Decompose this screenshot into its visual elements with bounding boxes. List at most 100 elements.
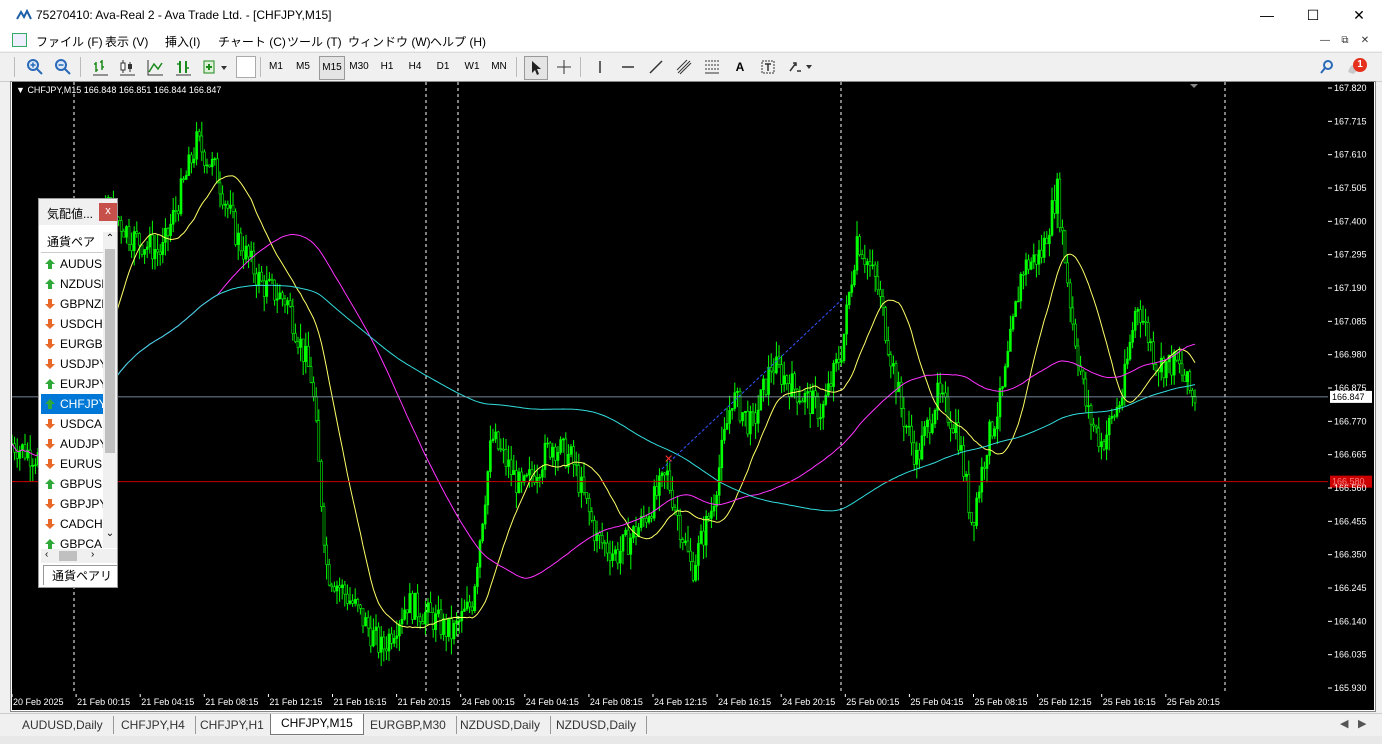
timeframe-m5[interactable]: M5 [292,56,314,78]
maximize-icon[interactable]: ☐ [1290,0,1336,31]
tabs-scroll-left-icon[interactable]: ◀ [1340,717,1348,730]
price-chart[interactable]: ✕166.847166.580 167.820167.715167.610167… [12,82,1374,710]
symbol-row-eurgbp[interactable]: EURGBP [41,334,103,354]
candle-body [520,471,523,483]
menu-tools[interactable]: ツール (T) [287,33,342,50]
timeframe-d1[interactable]: D1 [432,56,454,78]
close-icon[interactable]: ✕ [1336,0,1382,31]
timeframe-mn[interactable]: MN [487,56,511,78]
candle-body [548,442,552,458]
mdi-restore-icon[interactable]: ⧉ [1338,34,1352,48]
symbol-row-gbpusd[interactable]: GBPUSD [41,474,103,494]
timeframe-m1[interactable]: M1 [265,56,287,78]
arrows-menu-icon[interactable] [786,56,816,78]
symbols-tab[interactable]: 通貨ペアリスト [43,565,117,585]
symbol-row-nzdusd[interactable]: NZDUSD [41,274,103,294]
candle-body [962,445,965,477]
timeframe-m30[interactable]: M30 [346,56,372,78]
symbol-row-usdjpy[interactable]: USDJPY [41,354,103,374]
chart-tab-0[interactable]: AUDUSD,Daily [12,716,114,734]
chart-tab-5[interactable]: NZDUSD,Daily [450,716,552,734]
mdi-close-icon[interactable]: ✕ [1358,34,1372,48]
candlestick-icon[interactable] [116,56,138,78]
crosshair-icon[interactable] [553,56,575,78]
scroll-right-icon[interactable]: › [91,549,94,560]
zoom-out-icon[interactable] [52,56,74,78]
scroll-up-icon[interactable]: ⌃ [103,232,117,246]
market-watch-close-icon[interactable]: x [99,203,117,221]
candle-body [972,522,976,526]
scroll-down-icon[interactable]: ⌄ [103,528,117,539]
candle-body [697,543,700,566]
menu-chart[interactable]: チャート (C) [218,33,286,50]
candle-body [730,408,734,411]
market-watch-titlebar[interactable]: 気配値... x [39,199,117,225]
text-label-icon[interactable] [757,56,779,78]
menu-help[interactable]: ヘルプ (H) [430,33,486,50]
bar-chart-icon[interactable] [89,56,111,78]
arrow-down-icon [45,419,55,429]
symbol-row-eurjpy[interactable]: EURJPY [41,374,103,394]
menu-file[interactable]: ファイル (F) [36,33,103,50]
candle-body [684,540,687,543]
trendline-icon[interactable] [645,56,667,78]
candle-body [517,471,521,493]
zoom-in-icon[interactable] [24,56,46,78]
search-icon[interactable] [1316,56,1338,78]
cursor-icon[interactable] [524,56,548,80]
timeframe-m15[interactable]: M15 [319,56,345,80]
text-tool-icon[interactable]: A [729,56,751,78]
symbol-label: NZDUSD [60,277,103,291]
symbol-row-gbpnzd[interactable]: GBPNZD [41,294,103,314]
fibonacci-icon[interactable] [701,56,723,78]
hscroll-thumb[interactable] [59,551,77,561]
chart-collapse-icon[interactable]: ▼ [16,85,25,95]
symbol-column-header[interactable]: 通貨ペア [41,232,109,253]
minimize-icon[interactable]: — [1244,0,1290,31]
candle-body [491,438,495,441]
line-chart-icon[interactable] [144,56,166,78]
market-watch-hscrollbar[interactable]: ‹ › [41,549,117,563]
periods-box[interactable] [236,56,256,78]
menu-insert[interactable]: 挿入(I) [165,33,200,50]
symbol-row-usdchf[interactable]: USDCHF [41,314,103,334]
symbol-row-cadchf[interactable]: CADCHF [41,514,103,534]
chart-tab-2[interactable]: CHFJPY,H1 [190,716,275,734]
candle-body [429,602,432,613]
candle-body [119,220,123,232]
tabs-scroll-right-icon[interactable]: ▶ [1358,717,1366,730]
menu-window[interactable]: ウィンドウ (W) [348,33,431,50]
symbol-row-chfjpy[interactable]: CHFJPY [41,394,103,414]
candle-body [767,366,770,395]
horizontal-line-icon[interactable] [617,56,639,78]
chart-shift-icon[interactable] [200,56,230,78]
candle-body [34,464,37,467]
symbol-row-eurusd[interactable]: EURUSD [41,454,103,474]
arrow-down-icon [45,499,55,509]
candle-body [668,470,672,491]
symbol-row-gbpjpy[interactable]: GBPJPY [41,494,103,514]
symbol-row-audjpy[interactable]: AUDJPY [41,434,103,454]
candle-body [728,410,731,424]
autoscroll-icon[interactable] [172,56,194,78]
scroll-left-icon[interactable]: ‹ [45,549,48,560]
menu-view[interactable]: 表示 (V) [105,33,148,50]
market-watch-vthumb[interactable] [105,249,115,453]
chart-tab-3[interactable]: CHFJPY,M15 [270,714,364,735]
notification-icon[interactable]: 1 [1344,56,1372,78]
chart-tab-6[interactable]: NZDUSD,Daily [546,716,648,734]
chart-window-icon[interactable] [12,33,27,47]
mdi-minimize-icon[interactable]: — [1318,34,1332,48]
candle-body [320,460,323,508]
chart-tab-4[interactable]: EURGBP,M30 [360,716,457,734]
candle-body [1120,397,1124,406]
timeframe-h4[interactable]: H4 [404,56,426,78]
symbol-row-usdcad[interactable]: USDCAD [41,414,103,434]
timeframe-h1[interactable]: H1 [376,56,398,78]
timeframe-w1[interactable]: W1 [460,56,484,78]
equidistant-channel-icon[interactable] [673,56,695,78]
chart-tab-1[interactable]: CHFJPY,H4 [111,716,196,734]
candle-body [1136,309,1140,312]
symbol-row-audusd[interactable]: AUDUSD [41,254,103,274]
vertical-line-icon[interactable] [589,56,611,78]
